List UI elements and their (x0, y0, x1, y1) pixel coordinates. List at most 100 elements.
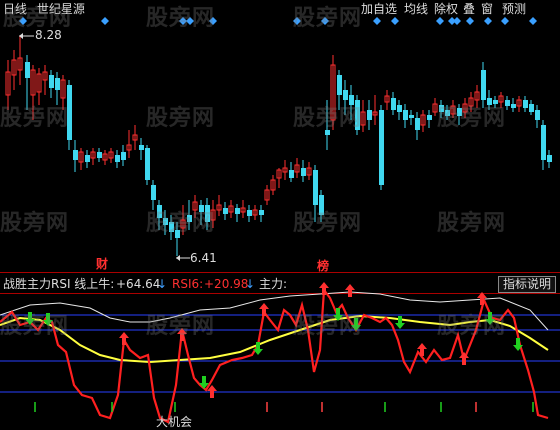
candle (403, 104, 408, 128)
candle (457, 104, 462, 125)
candle (379, 105, 384, 190)
signal-diamonds (19, 17, 537, 25)
candle (523, 96, 528, 112)
candle (276, 168, 282, 188)
candle (235, 204, 240, 222)
candle (306, 162, 312, 180)
candle (349, 85, 354, 120)
signal-diamond (19, 17, 27, 25)
candle (511, 98, 516, 112)
candle (259, 205, 264, 222)
candle (541, 120, 546, 170)
candle (25, 55, 30, 110)
candle (121, 145, 126, 166)
candle (474, 85, 480, 108)
candle (175, 222, 180, 256)
candle (139, 138, 144, 160)
bottom-ticks (34, 402, 534, 412)
signal-diamond (529, 17, 537, 25)
candle (330, 55, 336, 130)
candle (126, 130, 132, 158)
indicator-title: 战胜主力RSI 线上牛: (3, 277, 115, 291)
signal-arrows (25, 282, 523, 398)
candle (547, 150, 552, 168)
signal-diamond (179, 17, 187, 25)
candle (409, 110, 414, 125)
candle (360, 100, 366, 132)
candle (102, 150, 108, 165)
high-pointer (19, 33, 34, 39)
candle (337, 70, 342, 110)
candle (367, 100, 372, 130)
candle (516, 96, 522, 112)
candle (210, 200, 216, 228)
candle (355, 95, 360, 135)
candle (427, 110, 432, 128)
signal-diamond (453, 17, 461, 25)
candle (187, 200, 192, 230)
candle (270, 175, 276, 195)
candle (169, 215, 174, 240)
candle (42, 65, 48, 95)
signal-diamond (101, 17, 109, 25)
candle (294, 158, 300, 178)
candle (313, 165, 318, 222)
candle (205, 198, 210, 230)
candle (529, 100, 534, 115)
candle (228, 200, 234, 218)
candle (415, 112, 420, 140)
signal-diamond (373, 17, 381, 25)
candle (343, 80, 348, 115)
candle (432, 98, 438, 116)
indicator-help-button[interactable]: 指标说明 (497, 276, 556, 293)
candle (535, 105, 540, 128)
candle (108, 148, 114, 163)
main-force-label: 主力: (259, 277, 288, 291)
candle (252, 205, 258, 220)
candle (11, 50, 17, 90)
candle (462, 98, 468, 118)
candle (216, 195, 222, 216)
candle (30, 65, 36, 120)
candle (85, 150, 90, 168)
candle (264, 185, 270, 205)
candle (180, 205, 186, 235)
candle (445, 105, 450, 120)
candle (97, 148, 102, 162)
candle (391, 92, 396, 115)
signal-diamond (466, 17, 474, 25)
candle (493, 96, 498, 108)
candle (450, 100, 456, 118)
rank-marker[interactable]: 榜 (317, 258, 329, 274)
buy-arrow-icon (259, 303, 269, 316)
candle (78, 148, 84, 170)
down-arrow-2: ↓ (245, 277, 256, 291)
finance-marker[interactable]: 财 (96, 256, 108, 272)
candle (60, 75, 66, 110)
down-arrow-1: ↓ (157, 277, 168, 291)
signal-diamond (321, 17, 329, 25)
candle (17, 36, 23, 85)
candle (498, 92, 504, 108)
candle (115, 150, 120, 168)
buy-arrow-icon (119, 332, 129, 345)
candle (157, 200, 162, 230)
candle (247, 205, 252, 222)
indicator-header: 战胜主力RSI 线上牛: +64.64 ↓ RSI6: +20.98 ↓ 主力: (0, 276, 560, 292)
candle (199, 200, 204, 225)
low-pointer (176, 255, 190, 261)
signal-diamond (436, 17, 444, 25)
signal-diamond (186, 17, 194, 25)
candle (505, 96, 510, 110)
candle (289, 162, 294, 182)
candle (73, 140, 78, 172)
chart-canvas[interactable] (0, 0, 560, 430)
candle (487, 90, 492, 110)
candle (151, 180, 156, 210)
candle (397, 100, 402, 120)
signal-diamond (501, 17, 509, 25)
candle (55, 72, 60, 105)
value1: +64.64 (116, 277, 161, 291)
rsi6-value: +20.98 (204, 277, 249, 291)
candle (36, 68, 42, 105)
